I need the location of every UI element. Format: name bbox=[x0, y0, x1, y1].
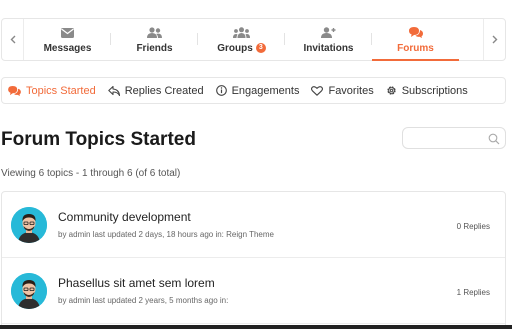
user-plus-icon bbox=[321, 26, 336, 40]
nav-invitations[interactable]: Invitations bbox=[285, 19, 372, 60]
nav-invitations-label: Invitations bbox=[303, 42, 354, 54]
topic-replies-count: 0 Replies bbox=[456, 222, 490, 231]
comments-icon bbox=[8, 85, 21, 96]
topic-row: Phasellus sit amet sem lorem by admin la… bbox=[2, 258, 505, 324]
subnav-favorites-label: Favorites bbox=[328, 84, 374, 97]
subnav-subscriptions-label: Subscriptions bbox=[401, 84, 468, 97]
topic-row: Community development by admin last upda… bbox=[2, 192, 505, 258]
topic-meta: by admin last updated 2 years, 5 months … bbox=[58, 296, 229, 305]
nav-friends[interactable]: Friends bbox=[111, 19, 198, 60]
profile-nav: Messages Friends Groups 3 Invitations For… bbox=[1, 18, 506, 61]
heart-icon bbox=[311, 85, 324, 96]
reply-icon bbox=[107, 85, 120, 96]
pagination-count: Viewing 6 topics - 1 through 6 (of 6 tot… bbox=[1, 168, 181, 179]
topic-title-link[interactable]: Phasellus sit amet sem lorem bbox=[58, 276, 215, 290]
group-icon bbox=[233, 26, 250, 40]
subnav-engagements-label: Engagements bbox=[231, 84, 300, 97]
topic-replies-count: 1 Replies bbox=[456, 288, 490, 297]
nav-messages[interactable]: Messages bbox=[24, 19, 111, 60]
chevron-right-icon[interactable] bbox=[483, 19, 505, 60]
envelope-icon bbox=[61, 26, 74, 40]
subnav-replies-created[interactable]: Replies Created bbox=[107, 84, 204, 97]
nav-groups[interactable]: Groups 3 bbox=[198, 19, 285, 60]
nav-groups-label: Groups 3 bbox=[217, 42, 266, 54]
subnav-subscriptions[interactable]: Subscriptions bbox=[386, 85, 468, 97]
subnav-topics-started-label: Topics Started bbox=[26, 84, 96, 97]
topic-title-link[interactable]: Community development bbox=[58, 210, 191, 224]
window-bottom-edge bbox=[0, 325, 512, 329]
nav-messages-label: Messages bbox=[43, 42, 92, 54]
avatar[interactable] bbox=[11, 207, 47, 243]
info-icon bbox=[215, 85, 227, 96]
subnav-replies-created-label: Replies Created bbox=[124, 84, 204, 97]
nav-friends-label: Friends bbox=[136, 42, 173, 54]
nav-forums[interactable]: Forums bbox=[372, 19, 459, 61]
avatar[interactable] bbox=[11, 273, 47, 309]
topics-list: Community development by admin last upda… bbox=[1, 191, 506, 329]
search-input[interactable] bbox=[402, 127, 506, 149]
subnav-engagements[interactable]: Engagements bbox=[215, 84, 300, 97]
search-icon[interactable] bbox=[488, 132, 500, 150]
gear-icon bbox=[386, 85, 397, 96]
page-title: Forum Topics Started bbox=[1, 129, 196, 150]
users-icon bbox=[147, 26, 162, 40]
subnav-favorites[interactable]: Favorites bbox=[311, 84, 374, 97]
forums-subnav: Topics Started Replies Created Engagemen… bbox=[1, 77, 506, 104]
groups-count-badge: 3 bbox=[255, 42, 266, 53]
nav-forums-label: Forums bbox=[397, 42, 434, 54]
subnav-topics-started[interactable]: Topics Started bbox=[8, 85, 96, 97]
topic-meta: by admin last updated 2 days, 18 hours a… bbox=[58, 230, 274, 239]
comments-icon bbox=[408, 26, 423, 40]
chevron-left-icon[interactable] bbox=[2, 19, 24, 60]
